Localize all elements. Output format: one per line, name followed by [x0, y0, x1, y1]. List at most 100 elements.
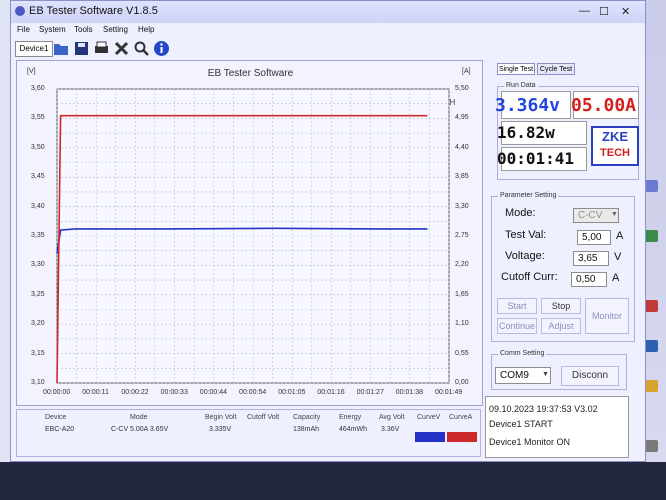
monitor-button[interactable]: Monitor: [585, 298, 629, 334]
y-tick-right-label: 4,40: [455, 143, 469, 151]
minimize-icon[interactable]: —: [579, 5, 590, 17]
status-line-1: 09.10.2023 19:37:53 V3.02: [489, 404, 598, 414]
status-line-3: Device1 Monitor ON: [489, 437, 571, 447]
com-port-dropdown-icon[interactable]: ▼: [542, 371, 549, 378]
voltage-readout: 3.364v: [495, 95, 561, 116]
summary-begin-volt: 3.335V: [209, 426, 232, 433]
title-bar: EB Tester Software V1.8.5 — ☐ ✕: [11, 1, 645, 23]
summary-header: CurveV: [417, 414, 441, 421]
power-readout: 16.82w: [497, 123, 555, 142]
y-tick-right-label: 0,55: [455, 349, 469, 357]
y-tick-right-label: 2,75: [455, 232, 469, 239]
tab-cycle-test[interactable]: Cycle Test: [537, 63, 575, 75]
y-tick-left-label: 3,50: [31, 143, 45, 151]
plot-svg[interactable]: [17, 61, 484, 407]
y-tick-right-label: 3,30: [455, 202, 469, 210]
desktop-app-icon[interactable]: [644, 340, 658, 352]
desktop-app-icon[interactable]: [644, 180, 658, 192]
y-tick-right-label: 1,10: [455, 320, 469, 328]
parameter-setting-label: Parameter Setting: [498, 192, 559, 199]
tools-icon[interactable]: [113, 40, 130, 57]
summary-header: Begin Volt: [205, 414, 237, 421]
menu-bar: File System Tools Setting Help: [11, 24, 645, 38]
desktop-app-icon[interactable]: [644, 380, 658, 392]
print-icon[interactable]: [93, 40, 110, 57]
menu-help[interactable]: Help: [138, 25, 154, 34]
y-tick-right-label: 0,00: [455, 379, 469, 386]
summary-avg-volt: 3.36V: [381, 426, 400, 433]
desktop-app-icon[interactable]: [644, 440, 658, 452]
summary-capacity: 138mAh: [293, 426, 320, 433]
start-button[interactable]: Start: [497, 298, 537, 314]
stop-button[interactable]: Stop: [541, 298, 581, 314]
status-line-2: Device1 START: [489, 419, 553, 429]
summary-header: Energy: [339, 414, 362, 421]
curve-a-swatch[interactable]: [447, 432, 477, 442]
mode-dropdown-icon[interactable]: ▼: [611, 211, 618, 218]
x-tick-label: 00:01:38: [395, 389, 424, 396]
monitor-bezel: [0, 462, 666, 500]
time-readout: 00:01:41: [497, 149, 575, 168]
logo-text-bottom: TECH: [600, 147, 630, 159]
chart-area: EB Tester Software [V] [A] ZKETECH 3,603…: [16, 60, 483, 406]
y-tick-left-label: 3,20: [31, 320, 45, 328]
device-tab[interactable]: Device1: [15, 41, 53, 57]
voltage-input[interactable]: 3,65: [573, 251, 609, 266]
app-logo-icon: [15, 6, 25, 16]
run-data-label: Run Data: [504, 82, 538, 89]
x-tick-label: 00:01:49: [435, 389, 463, 396]
app-window: EB Tester Software V1.8.5 — ☐ ✕ File Sys…: [10, 0, 646, 462]
curve-v-swatch[interactable]: [415, 432, 445, 442]
test-val-unit: A: [616, 230, 624, 242]
summary-header: Capacity: [293, 414, 321, 421]
comm-setting-label: Comm Setting: [498, 350, 547, 357]
menu-file[interactable]: File: [17, 25, 30, 34]
tab-single-test[interactable]: Single Test: [497, 63, 535, 75]
x-tick-label: 00:00:00: [43, 389, 71, 396]
cutoff-curr-input[interactable]: 0,50: [571, 272, 607, 287]
x-tick-label: 00:00:44: [199, 389, 228, 396]
summary-header: Avg Volt: [379, 414, 405, 421]
zketech-logo: ZKE TECH: [591, 126, 639, 166]
x-tick-label: 00:00:11: [82, 389, 109, 396]
folder-open-icon[interactable]: [53, 40, 70, 57]
x-tick-label: 00:01:05: [278, 389, 306, 396]
info-icon[interactable]: [153, 40, 170, 57]
y-tick-right-label: 4,95: [455, 114, 469, 122]
summary-energy: 464mWh: [339, 426, 368, 433]
summary-header: Cutoff Volt: [247, 414, 280, 421]
desktop-app-icon[interactable]: [644, 230, 658, 242]
summary-header: CurveA: [449, 414, 473, 421]
y-tick-right-label: 1,65: [455, 290, 469, 298]
y-tick-left-label: 3,55: [31, 114, 45, 122]
maximize-icon[interactable]: ☐: [599, 5, 609, 18]
summary-header: Mode: [130, 414, 148, 421]
desktop-app-icon[interactable]: [644, 300, 658, 312]
y-tick-left-label: 3,40: [31, 202, 45, 210]
close-icon[interactable]: ✕: [621, 5, 630, 18]
menu-system[interactable]: System: [39, 25, 66, 34]
y-tick-left-label: 3,25: [31, 290, 45, 298]
x-tick-label: 00:00:22: [121, 389, 149, 396]
window-title: EB Tester Software V1.8.5: [29, 5, 158, 17]
test-val-input[interactable]: 5,00: [577, 230, 611, 245]
toolbar: Device1: [11, 39, 645, 59]
y-tick-right-label: 2,20: [455, 261, 469, 269]
summary-panel: Device Mode Begin Volt Cutoff Volt Capac…: [16, 409, 481, 457]
y-tick-left-label: 3,60: [31, 85, 45, 92]
menu-setting[interactable]: Setting: [103, 25, 128, 34]
menu-tools[interactable]: Tools: [74, 25, 93, 34]
mode-label: Mode:: [505, 207, 536, 219]
summary-device: EBC-A20: [45, 426, 75, 433]
x-tick-label: 00:01:16: [317, 389, 345, 396]
test-val-label: Test Val:: [505, 229, 547, 241]
y-tick-left-label: 3,10: [31, 379, 45, 386]
summary-header: Device: [45, 414, 67, 421]
adjust-button[interactable]: Adjust: [541, 318, 581, 334]
magnifier-icon[interactable]: [133, 40, 150, 57]
save-icon[interactable]: [73, 40, 90, 57]
continue-button[interactable]: Continue: [497, 318, 537, 334]
cutoff-curr-label: Cutoff Curr:: [501, 271, 558, 283]
disconnect-button[interactable]: Disconn: [561, 366, 619, 386]
x-tick-label: 00:00:54: [239, 389, 267, 396]
